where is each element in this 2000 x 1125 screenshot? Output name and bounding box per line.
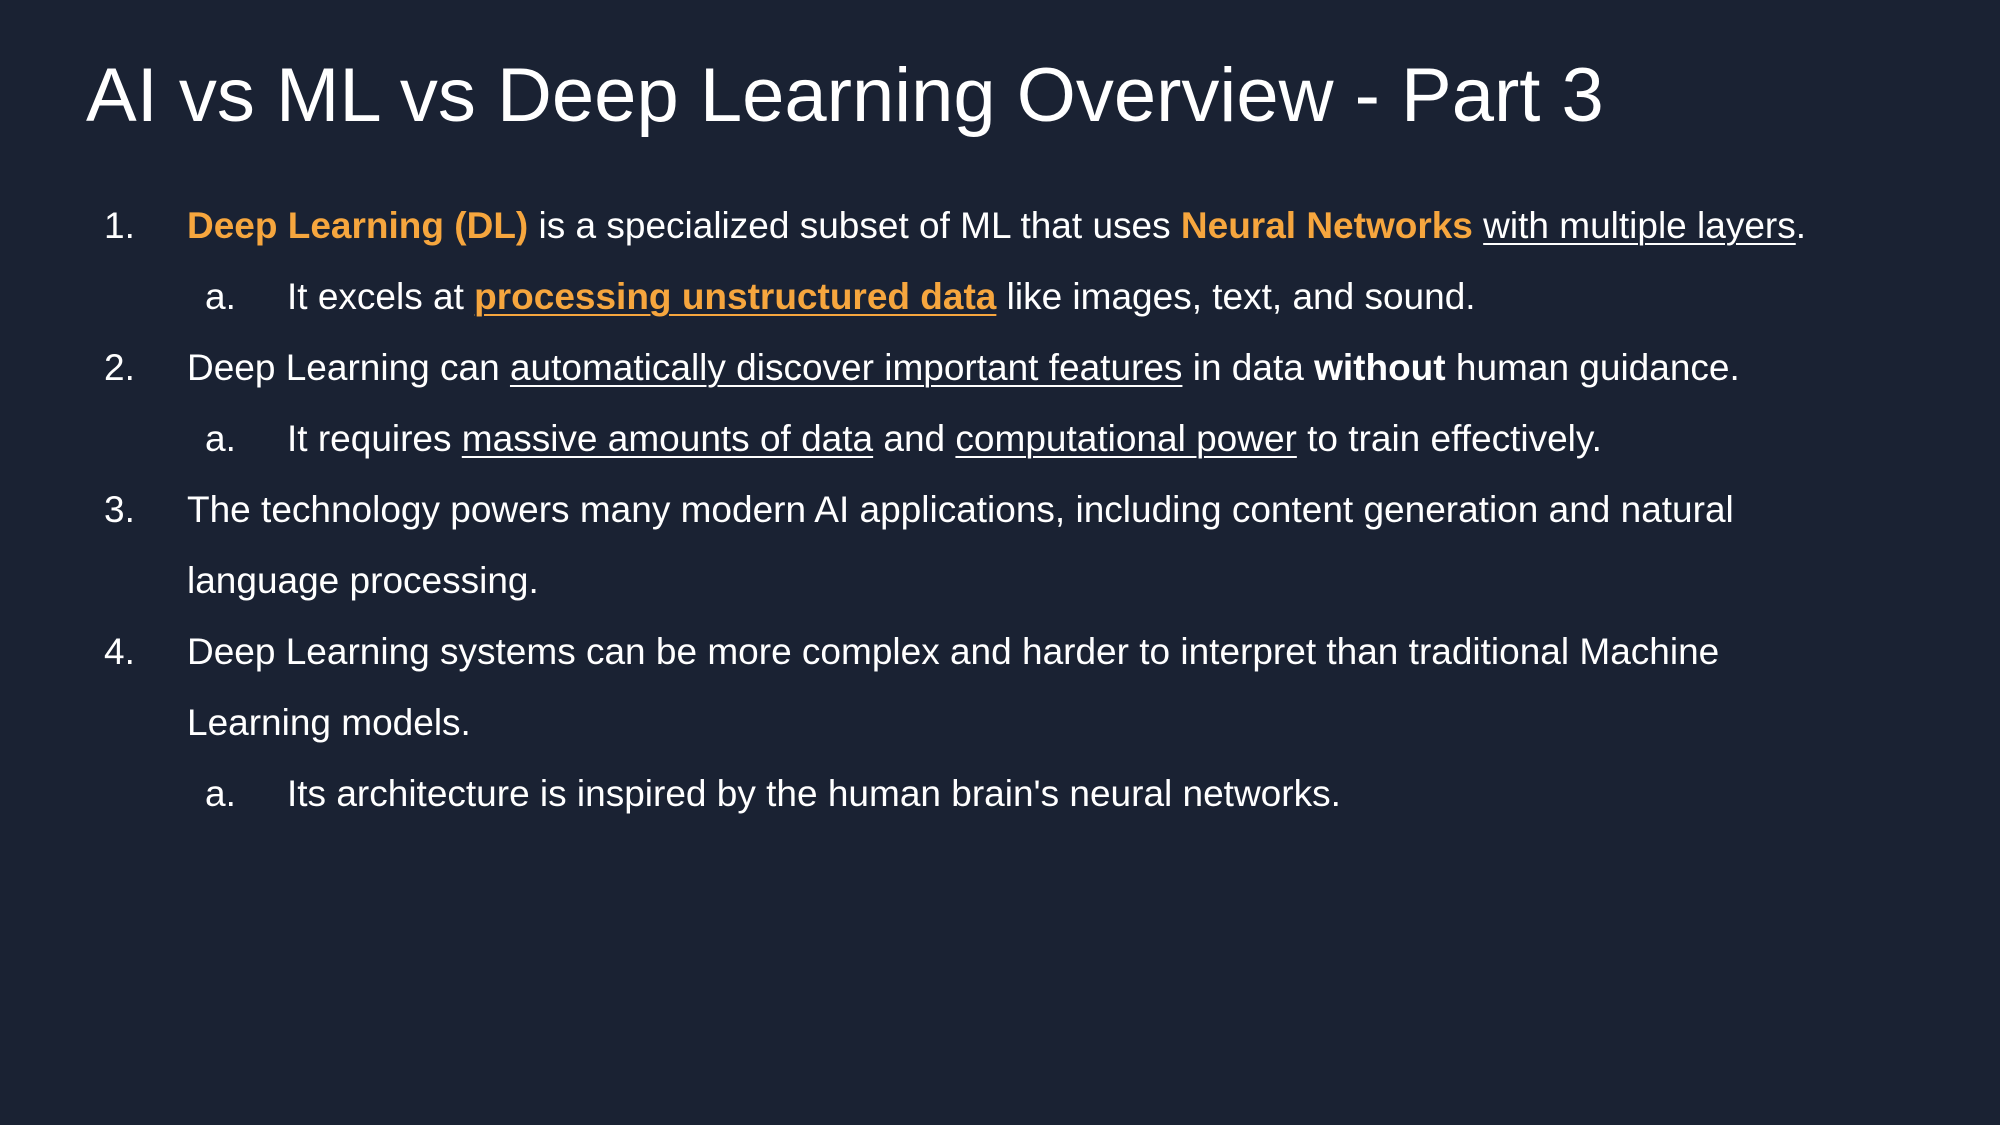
list-item-text: It excels at processing unstructured dat… [287, 261, 1476, 332]
highlight-underlined-phrase: processing unstructured data [474, 276, 997, 317]
text-segment: in data [1182, 347, 1315, 388]
list-item-4: 4. Deep Learning systems can be more com… [0, 616, 2000, 687]
highlight-term: Deep Learning (DL) [187, 205, 529, 246]
text-segment: and [873, 418, 956, 459]
list-subitem-2a: a. It requires massive amounts of data a… [0, 403, 2000, 474]
underlined-phrase: massive amounts of data [461, 418, 874, 459]
text-segment: human guidance. [1445, 347, 1740, 388]
bullet-list: 1. Deep Learning (DL) is a specialized s… [0, 190, 2000, 829]
list-item-3-continuation: language processing. [0, 545, 2000, 616]
list-marker: a. [205, 773, 236, 814]
list-marker: 3. [104, 489, 135, 530]
text-segment [1473, 205, 1483, 246]
list-item-text: Its architecture is inspired by the huma… [287, 773, 1341, 814]
list-item-1: 1. Deep Learning (DL) is a specialized s… [0, 190, 2000, 261]
highlight-term: Neural Networks [1180, 205, 1473, 246]
list-item-2: 2. Deep Learning can automatically disco… [0, 332, 2000, 403]
list-item-4-continuation: Learning models. [0, 687, 2000, 758]
list-item-text: Learning models. [187, 702, 471, 743]
list-marker: a. [205, 276, 236, 317]
list-item-text: The technology powers many modern AI app… [187, 489, 1734, 530]
text-segment: . [1795, 205, 1807, 246]
list-item-text: It requires massive amounts of data and … [287, 403, 1602, 474]
text-segment: is a specialized subset of ML that uses [528, 205, 1181, 246]
list-item-text: Deep Learning can automatically discover… [187, 332, 1740, 403]
underlined-phrase: computational power [955, 418, 1297, 459]
underlined-phrase: automatically discover important feature… [509, 347, 1183, 388]
list-marker: 1. [104, 205, 135, 246]
list-marker: a. [205, 418, 236, 459]
text-segment: Deep Learning can [187, 347, 510, 388]
text-segment: It excels at [287, 276, 475, 317]
bold-word: without [1314, 347, 1446, 388]
slide-title: AI vs ML vs Deep Learning Overview - Par… [86, 53, 1604, 138]
list-subitem-4a: a. Its architecture is inspired by the h… [0, 758, 2000, 829]
slide: AI vs ML vs Deep Learning Overview - Par… [0, 0, 2000, 1125]
list-item-text: language processing. [187, 560, 539, 601]
list-marker: 2. [104, 347, 135, 388]
list-subitem-1a: a. It excels at processing unstructured … [0, 261, 2000, 332]
text-segment: like images, text, and sound. [996, 276, 1476, 317]
list-item-3: 3. The technology powers many modern AI … [0, 474, 2000, 545]
text-segment: to train effectively. [1296, 418, 1602, 459]
text-segment: It requires [287, 418, 462, 459]
list-item-text: Deep Learning systems can be more comple… [187, 631, 1720, 672]
underlined-phrase: with multiple layers [1483, 205, 1796, 246]
list-item-text: Deep Learning (DL) is a specialized subs… [187, 190, 1806, 261]
list-marker: 4. [104, 631, 135, 672]
